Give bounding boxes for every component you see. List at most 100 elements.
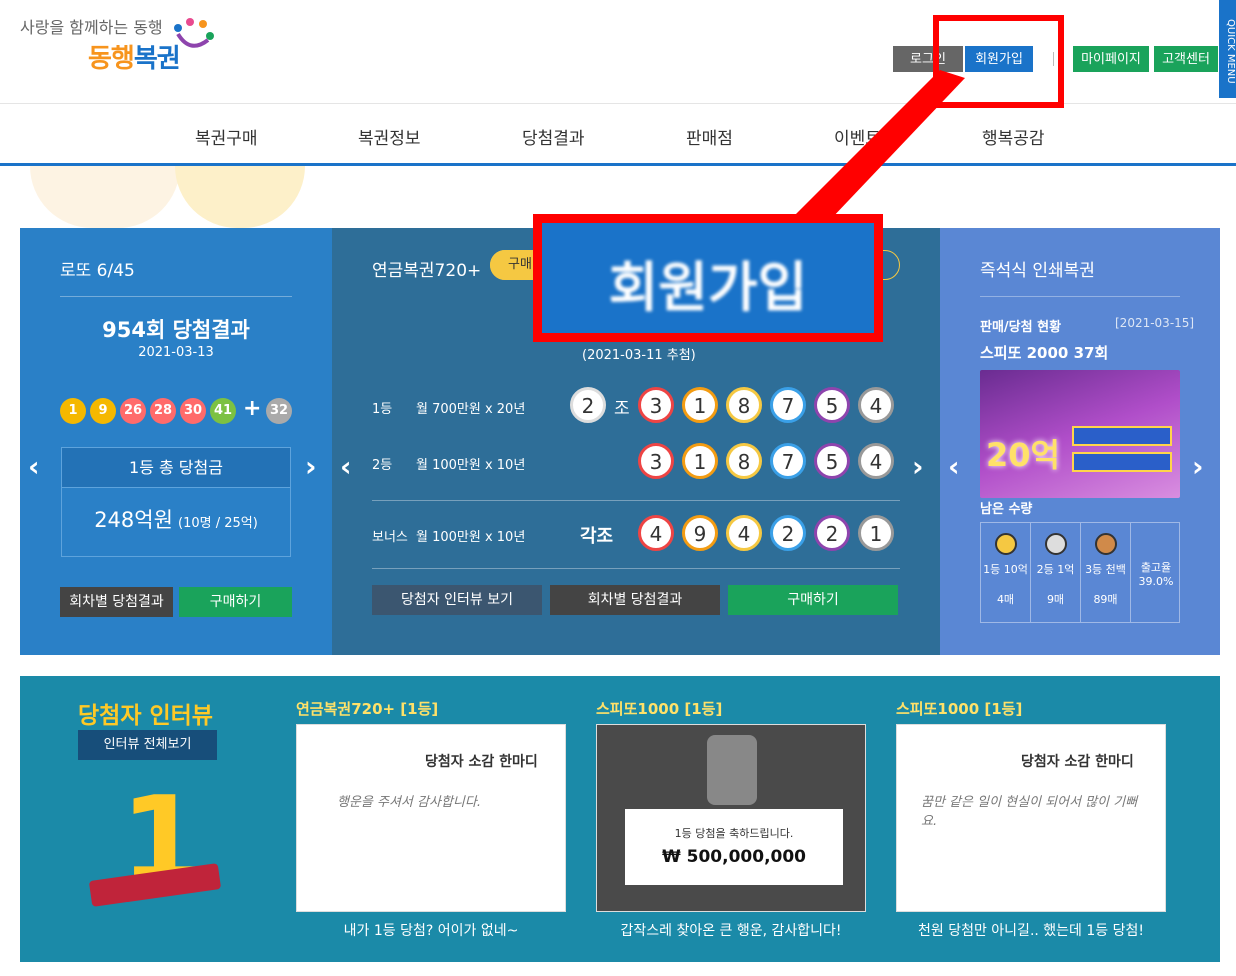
- lotto-buy-button[interactable]: 구매하기: [179, 587, 292, 617]
- lotto-title: 로또 6/45: [60, 261, 135, 281]
- lotto-ball: 9: [90, 398, 116, 424]
- rank-count: 9매: [1046, 593, 1065, 606]
- ticket-amount: 20억: [986, 436, 1060, 474]
- remaining-table: 1등 10억 4매 2등 1억 9매 3등 천백 89매 출고율 39.0%: [980, 522, 1180, 623]
- quick-menu-tab[interactable]: QUICK MENU: [1219, 0, 1236, 98]
- lotto-panel: 로또 6/45 954회 당첨결과 2021-03-13 1 9 26 28 3…: [20, 228, 332, 655]
- instant-panel: 즉석식 인쇄복권 판매/당첨 현황 [2021-03-15] 스피또 2000 …: [940, 228, 1220, 655]
- rank2-label: 2등: [372, 458, 393, 473]
- nav-results[interactable]: 당첨결과: [522, 124, 585, 149]
- divider: [60, 296, 292, 297]
- board-amount: ₩ 500,000,000: [661, 847, 807, 867]
- site-logo[interactable]: 동행복권: [88, 38, 181, 75]
- prize-box: 1등 총 당첨금 248억원 (10명 / 25억): [61, 447, 291, 557]
- mypage-button[interactable]: 마이페이지: [1073, 46, 1149, 72]
- customer-center-button[interactable]: 고객센터: [1154, 46, 1218, 72]
- nav-info[interactable]: 복권정보: [358, 124, 421, 149]
- interview-caption[interactable]: 내가 1등 당첨? 어이가 없네~: [296, 920, 566, 940]
- game-name: 스피또 2000 37회: [980, 344, 1109, 362]
- interview-card[interactable]: 당첨자 소감 한마디 꿈만 같은 일이 현실이 되어서 많이 기뻐요.: [896, 724, 1166, 912]
- pension-ball: 2: [770, 515, 806, 551]
- pension-ball: 3: [638, 443, 674, 479]
- lotto-ball: 26: [120, 398, 146, 424]
- bonus-label: 보너스: [372, 530, 408, 545]
- interview-section: 당첨자 인터뷰 인터뷰 전체보기 1 연금복권720+ [1등] 당첨자 소감 …: [20, 676, 1220, 962]
- pension-ball: 4: [638, 515, 674, 551]
- prev-arrow-icon[interactable]: ‹: [28, 450, 40, 483]
- pension-ball: 4: [858, 387, 894, 423]
- interview-card[interactable]: 당첨자 소감 한마디 행운을 주셔서 감사합니다.: [296, 724, 566, 912]
- rank1-label: 1등: [372, 402, 393, 417]
- pension-ball: 7: [770, 443, 806, 479]
- logo-figure-icon: [174, 18, 214, 48]
- instant-title: 즉석식 인쇄복권: [980, 261, 1095, 281]
- pension-ball: 1: [858, 515, 894, 551]
- group-ball: 2: [570, 387, 606, 423]
- card-hand: 꿈만 같은 일이 현실이 되어서 많이 기뻐요.: [921, 795, 1138, 829]
- site-slogan: 사랑을 함께하는 동행: [20, 18, 163, 37]
- pension-ball: 5: [814, 387, 850, 423]
- rank-label: 3등 천백: [1085, 563, 1126, 576]
- nav-purchase[interactable]: 복권구매: [195, 124, 258, 149]
- nav-stores[interactable]: 판매점: [686, 124, 733, 149]
- interview-caption[interactable]: 갑작스레 찾아온 큰 행운, 감사합니다!: [596, 920, 866, 940]
- callout-zoom: 회원가입: [533, 214, 883, 342]
- next-arrow-icon[interactable]: ›: [1192, 450, 1204, 483]
- pension-ball: 1: [682, 387, 718, 423]
- pension-ball: 9: [682, 515, 718, 551]
- medal-icon: [1094, 533, 1117, 555]
- pension-buy-button[interactable]: 구매하기: [728, 585, 898, 615]
- prev-arrow-icon[interactable]: ‹: [948, 450, 960, 483]
- next-arrow-icon[interactable]: ›: [912, 450, 924, 483]
- decoration: [30, 166, 180, 228]
- lotto-date: 2021-03-13: [138, 345, 214, 360]
- prize-sub: (10명 / 25억): [178, 516, 258, 531]
- interview-all-button[interactable]: 인터뷰 전체보기: [78, 730, 217, 760]
- bonus-desc: 월 100만원 x 10년: [416, 530, 526, 545]
- decoration: [175, 166, 305, 228]
- callout-text: 회원가입: [608, 256, 808, 319]
- interview-photo[interactable]: 1등 당첨을 축하드립니다. ₩ 500,000,000: [596, 724, 866, 912]
- pension-ball: 8: [726, 387, 762, 423]
- prev-arrow-icon[interactable]: ‹: [340, 450, 352, 483]
- remaining-label: 남은 수량: [980, 502, 1033, 517]
- jo-label: 조: [614, 399, 630, 419]
- pension-ball: 2: [814, 515, 850, 551]
- brand-a: 동행: [88, 44, 135, 74]
- card-head: 당첨자 소감 한마디: [1021, 754, 1134, 770]
- callout-pointer: [790, 70, 965, 220]
- divider: [980, 296, 1180, 297]
- interview-title: 당첨자 인터뷰: [78, 703, 213, 729]
- lotto-ball: 28: [150, 398, 176, 424]
- rate-label: 출고율: [1140, 561, 1172, 574]
- pension-ball: 5: [814, 443, 850, 479]
- pension-ball: 7: [770, 387, 806, 423]
- interview-caption[interactable]: 천원 당첨만 아니길.. 했는데 1등 당첨!: [896, 920, 1166, 940]
- blurred-person: [707, 735, 757, 805]
- next-arrow-icon[interactable]: ›: [305, 450, 317, 483]
- rank-label: 2등 1억: [1036, 563, 1075, 576]
- rank1-desc: 월 700만원 x 20년: [416, 402, 526, 417]
- status-label: 판매/당첨 현황: [980, 320, 1062, 335]
- lotto-ball: 41: [210, 398, 236, 424]
- pension-ball: 1: [682, 443, 718, 479]
- lotto-round: 954회 당첨결과: [102, 318, 250, 342]
- pension-history-button[interactable]: 회차별 당첨결과: [550, 585, 720, 615]
- pension-ball: 4: [858, 443, 894, 479]
- board-title: 1등 당첨을 축하드립니다.: [674, 827, 794, 840]
- interview-label: 연금복권720+ [1등]: [296, 700, 439, 718]
- medal-icon: [994, 533, 1017, 555]
- interview-figure: 1: [80, 772, 250, 942]
- rank-count: 89매: [1093, 593, 1118, 606]
- prize-board: 1등 당첨을 축하드립니다. ₩ 500,000,000: [625, 809, 843, 885]
- pension-ball: 4: [726, 515, 762, 551]
- interview-button[interactable]: 당첨자 인터뷰 보기: [372, 585, 542, 615]
- rank2-desc: 월 100만원 x 10년: [416, 458, 526, 473]
- pension-title: 연금복권720+: [372, 261, 482, 281]
- interview-label: 스피또1000 [1등]: [896, 700, 1023, 718]
- lotto-history-button[interactable]: 회차별 당첨결과: [60, 587, 173, 617]
- pension-ball: 3: [638, 387, 674, 423]
- plus-sign: +: [243, 396, 262, 421]
- ticket-image[interactable]: 20억: [980, 370, 1180, 498]
- nav-community[interactable]: 행복공감: [982, 124, 1045, 149]
